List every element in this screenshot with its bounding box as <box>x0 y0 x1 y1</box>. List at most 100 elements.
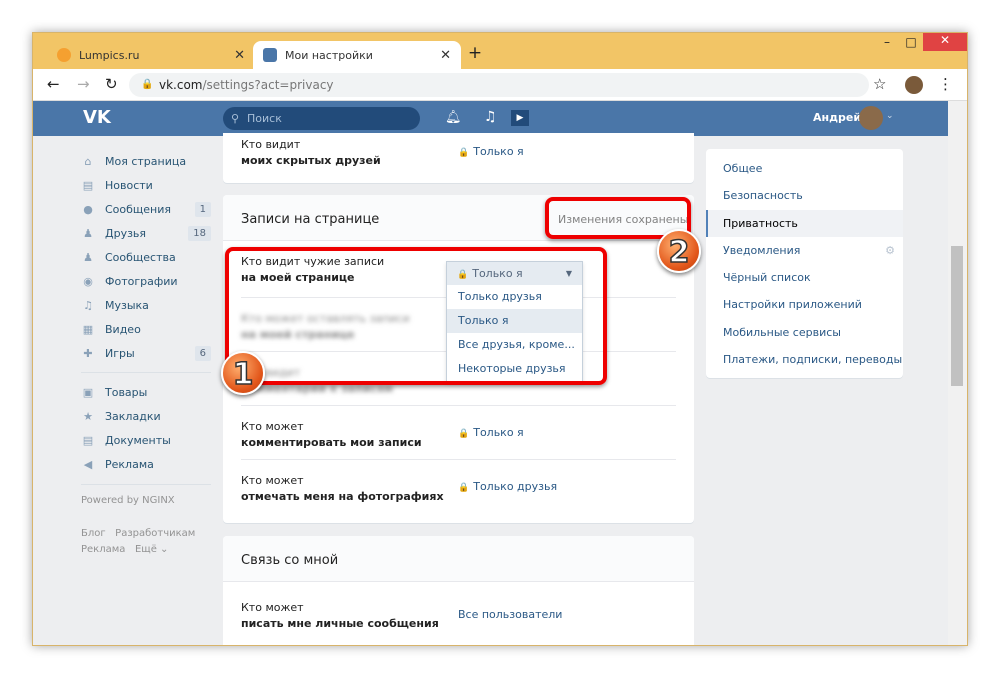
sidebar-item[interactable]: ♟ Сообщества <box>81 245 211 269</box>
privacy-card-top: Кто видит моих скрытых друзей 🔒 Только я <box>223 133 694 183</box>
gear-icon[interactable]: ⚙ <box>885 237 895 264</box>
sidebar-item-label: Сообщества <box>105 250 176 264</box>
contact-section-card: Связь со мной Кто может писать мне личные… <box>223 536 694 645</box>
settings-menu-item[interactable]: Мобильные сервисы <box>706 319 903 346</box>
reload-icon[interactable]: ↻ <box>105 75 118 93</box>
back-icon[interactable]: ← <box>47 75 60 93</box>
scrollbar[interactable] <box>948 101 967 645</box>
news-icon: ▤ <box>82 179 94 192</box>
lock-icon: 🔒 <box>458 429 470 439</box>
settings-menu-item[interactable]: Настройки приложений <box>706 291 903 318</box>
sidebar-item[interactable]: ◀ Реклама <box>81 452 211 476</box>
profile-avatar[interactable] <box>905 76 923 94</box>
megaphone-icon: ◀ <box>83 458 93 471</box>
sidebar-item[interactable]: ▦ Видео <box>81 317 211 341</box>
settings-row: Кто может отмечать меня на фотографиях 🔒 То… <box>241 459 676 513</box>
user-avatar[interactable] <box>859 106 883 130</box>
footer-link[interactable]: Разработчикам <box>115 528 195 539</box>
privacy-value[interactable]: 🔒 Только друзья <box>458 480 557 493</box>
browser-window: Lumpics.ru ✕ Мои настройки ✕ + – □ ✕ ← →… <box>32 32 968 646</box>
scrollbar-thumb[interactable] <box>951 246 963 386</box>
count-badge: 1 <box>194 201 211 217</box>
sidebar-item-label: Документы <box>105 433 171 447</box>
friends-icon: ♟ <box>83 227 93 240</box>
sidebar-item-label: Товары <box>105 385 148 399</box>
highlight-box-dropdown <box>225 247 607 385</box>
sidebar-item[interactable]: ★ Закладки <box>81 404 211 428</box>
settings-menu-item[interactable]: Общее <box>706 155 903 182</box>
search-input[interactable]: ⚲ Поиск <box>223 107 420 130</box>
minimize-icon[interactable]: – <box>875 35 899 49</box>
sidebar-item[interactable]: ▤ Новости <box>81 173 211 197</box>
vk-favicon <box>263 48 277 62</box>
privacy-value[interactable]: 🔒 Только я <box>458 426 524 439</box>
lock-icon: 🔒 <box>458 483 470 493</box>
sidebar-item[interactable]: ● Сообщения 1 <box>81 197 211 221</box>
vk-header: VK ⚲ Поиск 🔔︎ ♫ ▶ Андрей ⌄ <box>33 101 948 136</box>
powered-by: Powered by NGINX <box>81 495 175 506</box>
bell-icon[interactable]: 🔔︎ <box>445 110 462 125</box>
sidebar-item[interactable]: ▤ Документы <box>81 428 211 452</box>
tab-title: Мои настройки <box>285 48 373 62</box>
music-icon: ♫ <box>83 299 93 312</box>
section-title: Записи на странице <box>241 212 380 227</box>
sidebar-item-label: Игры <box>105 346 135 360</box>
url-input[interactable]: 🔒 vk.com/settings?act=privacy <box>129 73 869 97</box>
count-badge: 18 <box>188 225 211 241</box>
callout-1: 1 <box>221 351 265 395</box>
sidebar-item-label: Друзья <box>105 226 147 240</box>
sidebar-item[interactable]: ⌂ Моя страница <box>81 149 211 173</box>
user-name[interactable]: Андрей <box>813 111 861 124</box>
sidebar-item-label: Сообщения <box>105 202 172 216</box>
play-icon[interactable]: ▶ <box>511 110 529 126</box>
new-tab-icon[interactable]: + <box>463 43 487 63</box>
address-bar: ← → ↻ 🔒 vk.com/settings?act=privacy ☆ ⋮ <box>33 69 967 101</box>
footer-link[interactable]: Блог <box>81 528 106 539</box>
maximize-icon[interactable]: □ <box>899 35 923 49</box>
footer-link[interactable]: Реклама <box>81 544 125 555</box>
window-close-icon[interactable]: ✕ <box>923 33 967 51</box>
bag-icon: ▣ <box>82 386 94 399</box>
lock-icon: 🔒 <box>141 79 154 90</box>
sidebar-item-label: Новости <box>105 178 153 192</box>
groups-icon: ♟ <box>83 251 93 264</box>
sidebar-item[interactable]: ✚ Игры 6 <box>81 341 211 365</box>
row-question: Кто может отмечать меня на фотографиях <box>241 474 444 503</box>
close-tab-icon[interactable]: ✕ <box>440 48 451 63</box>
camera-icon: ◉ <box>83 275 93 288</box>
privacy-value[interactable]: Все пользователи <box>458 608 562 621</box>
sidebar-item[interactable]: ▣ Товары <box>81 380 211 404</box>
chevron-down-icon[interactable]: ⌄ <box>886 111 894 121</box>
forward-icon[interactable]: → <box>77 75 90 93</box>
bookmark-star-icon[interactable]: ☆ <box>873 75 886 93</box>
count-badge: 6 <box>194 345 211 361</box>
search-icon: ⚲ <box>231 112 240 125</box>
tab-settings[interactable]: Мои настройки ✕ <box>253 41 461 69</box>
music-icon[interactable]: ♫ <box>484 109 497 125</box>
footer-link[interactable]: Ещё <box>135 544 157 555</box>
sidebar-item[interactable]: ◉ Фотографии <box>81 269 211 293</box>
sidebar-item[interactable]: ♟ Друзья 18 <box>81 221 211 245</box>
gamepad-icon: ✚ <box>83 347 93 360</box>
settings-menu-item[interactable]: Уведомления ⚙ <box>706 237 903 264</box>
settings-menu-item[interactable]: Безопасность <box>706 182 903 209</box>
left-nav: ⌂ Моя страница ▤ Новости ● Сообщения 1 ♟ Друзья 1… <box>81 149 211 558</box>
settings-menu-item[interactable]: Платежи, подписки, переводы <box>706 346 903 373</box>
tab-lumpics[interactable]: Lumpics.ru ✕ <box>47 41 255 69</box>
settings-menu-item[interactable]: Приватность <box>706 209 903 237</box>
sidebar-item-label: Фотографии <box>105 274 178 288</box>
url-host: vk.com <box>159 78 203 92</box>
privacy-value[interactable]: 🔒 Только я <box>458 145 524 158</box>
vk-logo[interactable]: VK <box>83 107 111 128</box>
menu-icon[interactable]: ⋮ <box>938 75 953 93</box>
lock-icon: 🔒 <box>458 148 470 158</box>
row-question: Кто может комментировать мои записи <box>241 420 422 449</box>
sidebar-item[interactable]: ♫ Музыка <box>81 293 211 317</box>
close-tab-icon[interactable]: ✕ <box>234 48 245 63</box>
sidebar-item-label: Моя страница <box>105 154 187 168</box>
callout-2: 2 <box>657 229 701 273</box>
tab-bar: Lumpics.ru ✕ Мои настройки ✕ + – □ ✕ <box>33 33 967 69</box>
settings-menu-item[interactable]: Чёрный список <box>706 264 903 291</box>
video-icon: ▦ <box>82 323 94 336</box>
document-icon: ▤ <box>82 434 94 447</box>
